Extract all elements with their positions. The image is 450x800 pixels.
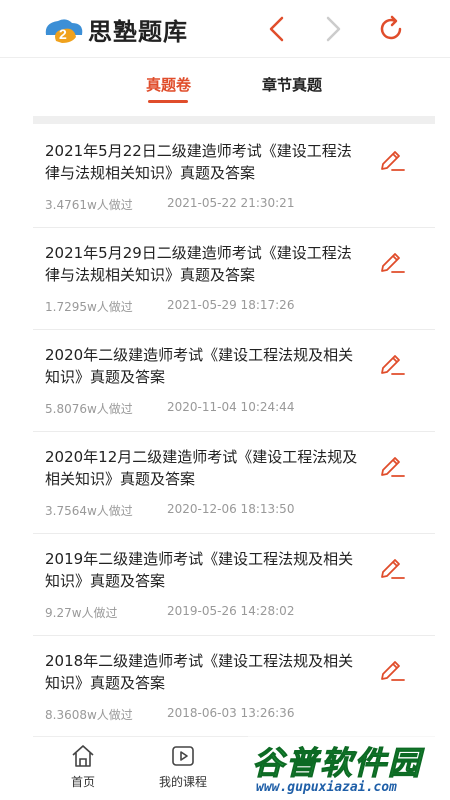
item-count: 9.27w人做过 (45, 606, 118, 620)
item-title: 2021年5月22日二级建造师考试《建设工程法律与法规相关知识》真题及答案 (45, 142, 352, 182)
item-title: 2019年二级建造师考试《建设工程法规及相关知识》真题及答案 (45, 550, 354, 590)
refresh-icon (380, 15, 402, 40)
bottom-nav-home[interactable]: 首页 (33, 737, 133, 800)
refresh-button[interactable] (374, 12, 408, 46)
item-time: 2018-06-03 13:26:36 (167, 706, 295, 720)
list-item[interactable]: 2021年5月22日二级建造师考试《建设工程法律与法规相关知识》真题及答案 3.… (33, 126, 435, 228)
item-time: 2020-12-06 18:13:50 (167, 502, 295, 516)
pencil-icon (381, 661, 405, 681)
chevron-left-icon (269, 16, 284, 42)
back-button[interactable] (260, 12, 294, 46)
bottom-nav-my-courses[interactable]: 我的课程 (133, 737, 233, 800)
list-item[interactable]: 2019年二级建造师考试《建设工程法规及相关知识》真题及答案 9.27w人做过 … (33, 534, 435, 636)
item-title: 2020年12月二级建造师考试《建设工程法规及相关知识》真题及答案 (45, 448, 358, 488)
pencil-icon (381, 253, 405, 273)
item-meta: 3.4761w人做过 2021-05-22 21:30:21 (45, 196, 294, 213)
chevron-right-icon (326, 16, 341, 42)
item-time: 2021-05-29 18:17:26 (167, 298, 295, 312)
edit-button[interactable] (377, 654, 407, 684)
edit-button[interactable] (377, 348, 407, 378)
item-count: 5.8076w人做过 (45, 402, 133, 416)
item-count: 1.7295w人做过 (45, 300, 133, 314)
tab-exam-papers[interactable]: 真题卷 (146, 74, 191, 95)
item-title: 2021年5月29日二级建造师考试《建设工程法律与法规相关知识》真题及答案 (45, 244, 352, 284)
item-count: 3.7564w人做过 (45, 504, 133, 518)
logo-mark-icon: 2 (45, 19, 83, 43)
item-meta: 9.27w人做过 2019-05-26 14:28:02 (45, 604, 294, 621)
item-title: 2018年二级建造师考试《建设工程法规及相关知识》真题及答案 (45, 652, 354, 692)
item-meta: 1.7295w人做过 2021-05-29 18:17:26 (45, 298, 294, 315)
item-count: 8.3608w人做过 (45, 708, 133, 722)
item-meta: 3.7564w人做过 2020-12-06 18:13:50 (45, 502, 294, 519)
play-icon (172, 746, 194, 766)
pencil-icon (381, 559, 405, 579)
edit-button[interactable] (377, 246, 407, 276)
app-logo: 2 思塾题库 (42, 13, 188, 46)
item-count: 3.4761w人做过 (45, 198, 133, 212)
bottom-nav-label: 首页 (70, 775, 95, 789)
item-meta: 5.8076w人做过 2020-11-04 10:24:44 (45, 400, 294, 417)
list-item[interactable]: 2020年12月二级建造师考试《建设工程法规及相关知识》真题及答案 3.7564… (33, 432, 435, 534)
item-meta: 8.3608w人做过 2018-06-03 13:26:36 (45, 706, 294, 723)
pencil-icon (381, 457, 405, 477)
pencil-icon (381, 151, 405, 171)
item-title: 2020年二级建造师考试《建设工程法规及相关知识》真题及答案 (45, 346, 354, 386)
svg-text:2: 2 (59, 26, 67, 42)
edit-button[interactable] (377, 552, 407, 582)
bottom-nav-label: 我的课程 (158, 775, 207, 789)
tab-bar: 真题卷 章节真题 (0, 58, 450, 114)
active-tab-indicator (148, 100, 188, 103)
site-watermark: 谷普软件园 www.gupuxiazai.com (248, 736, 450, 800)
item-time: 2021-05-22 21:30:21 (167, 196, 295, 210)
edit-button[interactable] (377, 144, 407, 174)
home-icon (72, 745, 94, 767)
list-item[interactable]: 2021年5月29日二级建造师考试《建设工程法律与法规相关知识》真题及答案 1.… (33, 228, 435, 330)
app-header: 2 思塾题库 (0, 0, 450, 58)
pencil-icon (381, 355, 405, 375)
watermark-title: 谷普软件园 (251, 744, 423, 783)
item-time: 2020-11-04 10:24:44 (167, 400, 295, 414)
exam-list: 2021年5月22日二级建造师考试《建设工程法律与法规相关知识》真题及答案 3.… (33, 126, 435, 738)
forward-button[interactable] (316, 12, 350, 46)
item-time: 2019-05-26 14:28:02 (167, 604, 295, 618)
tab-chapter-exams[interactable]: 章节真题 (262, 74, 322, 95)
list-item[interactable]: 2020年二级建造师考试《建设工程法规及相关知识》真题及答案 5.8076w人做… (33, 330, 435, 432)
list-item[interactable]: 2018年二级建造师考试《建设工程法规及相关知识》真题及答案 8.3608w人做… (33, 636, 435, 738)
watermark-url: www.gupuxiazai.com (256, 780, 397, 795)
section-divider (33, 116, 435, 124)
edit-button[interactable] (377, 450, 407, 480)
app-title: 思塾题库 (88, 17, 188, 46)
